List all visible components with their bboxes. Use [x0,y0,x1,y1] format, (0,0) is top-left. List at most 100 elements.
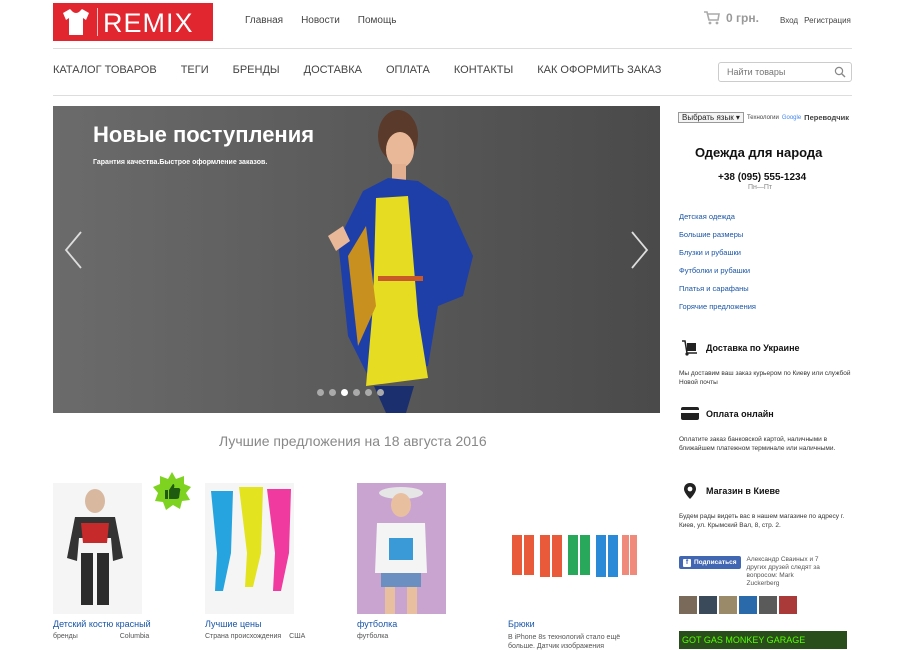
logo-text: REMIX [103,8,194,38]
slider-dot[interactable] [329,389,336,396]
credit-card-icon [681,407,699,420]
product-image [205,483,294,614]
search-box [718,62,852,82]
avatar[interactable] [759,596,777,614]
hand-truck-icon [682,340,697,356]
avatar[interactable] [679,596,697,614]
facebook-text: Александр Сваиных и 7 других друзей след… [746,556,820,587]
product-image [357,483,446,614]
product-name[interactable]: Детский костю красный [53,619,151,629]
meta-label: В iPhone 8s технологий стало ещё больше.… [508,634,621,650]
nav-catalog[interactable]: КАТАЛОГ ТОВАРОВ [53,64,157,76]
slider-dots [317,389,384,396]
avatar[interactable] [779,596,797,614]
cart-total: 0 грн. [726,11,759,25]
product-card[interactable]: Брюки В iPhone 8s технологий стало ещё б… [508,483,638,650]
slide-title: Новые поступления [93,122,315,147]
cart[interactable]: 0 грн. [704,11,759,25]
cart-icon [704,11,720,25]
category-link[interactable]: Большие размеры [679,230,756,239]
nav-payment[interactable]: ОПЛАТА [386,64,430,76]
facebook-widget: f Подписаться Александр Сваиных и 7 друг… [679,556,827,588]
thumbs-up-badge-icon [153,472,191,510]
facebook-icon: f [683,558,691,567]
header: REMIX Главная Новости Помощь 0 грн. Вход… [0,0,900,48]
nav-tags[interactable]: ТЕГИ [181,64,209,76]
category-link[interactable]: Футболки и рубашки [679,266,756,275]
avatar[interactable] [739,596,757,614]
facebook-avatars [679,596,797,614]
slider-dot-active[interactable] [341,389,348,396]
phone-number[interactable]: +38 (095) 555-1234 [718,172,806,183]
meta-label: футболка [357,633,389,640]
nav-brands[interactable]: БРЕНДЫ [233,64,280,76]
category-list: Детская одежда Большие размеры Блузки и … [679,212,756,320]
category-link[interactable]: Детская одежда [679,212,756,221]
product-meta: бренды Columbia [53,633,149,640]
avatar[interactable] [719,596,737,614]
category-link[interactable]: Платья и сарафаны [679,284,756,293]
main-nav: КАТАЛОГ ТОВАРОВ ТЕГИ БРЕНДЫ ДОСТАВКА ОПЛ… [53,64,685,76]
nav-delivery[interactable]: ДОСТАВКА [304,64,362,76]
google-translate: Выбрать язык ▾ Технологии Google Перевод… [678,112,849,123]
register-link[interactable]: Регистрация [804,16,851,25]
auth-links: Вход Регистрация [780,16,851,25]
slider-dot[interactable] [317,389,324,396]
offers-title: Лучшие предложения на 18 августа 2016 [219,433,487,449]
product-name[interactable]: Лучшие цены [205,619,261,629]
translator-label: Переводчик [804,113,849,122]
product-meta: футболка [357,633,388,640]
hero-slider[interactable]: Новые поступления Гарантия качества.Быст… [53,106,660,413]
hero-model-image [328,110,473,413]
store-heading: Магазин в Киеве [681,482,780,500]
category-link[interactable]: Горячие предложения [679,302,756,311]
nav-home[interactable]: Главная [245,15,283,26]
nav-help[interactable]: Помощь [358,15,397,26]
product-name[interactable]: Брюки [508,619,535,629]
product-image [508,483,638,614]
translate-label: Технологии [746,114,779,121]
product-meta: Страна происхождения США [205,633,305,640]
payment-text: Оплатите заказ банковской картой, наличн… [679,436,836,452]
slider-dot[interactable] [365,389,372,396]
product-name[interactable]: футболка [357,619,397,629]
store-tagline: Одежда для народа [695,145,823,160]
facebook-button-label: Подписаться [694,559,737,566]
avatar[interactable] [699,596,717,614]
divider [53,95,852,96]
nav-contacts[interactable]: КОНТАКТЫ [454,64,513,76]
store-text: Будем рады видеть вас в нашем магазине п… [679,513,845,529]
slider-dot[interactable] [353,389,360,396]
meta-label: бренды [53,633,78,640]
tshirt-icon [63,9,89,35]
category-link[interactable]: Блузки и рубашки [679,248,756,257]
product-card[interactable]: футболка футболка [357,483,446,640]
nav-news[interactable]: Новости [301,15,340,26]
logo[interactable]: REMIX [53,3,213,41]
nav-how-to-order[interactable]: КАК ОФОРМИТЬ ЗАКАЗ [537,64,661,76]
meta-label: Страна происхождения [205,633,282,640]
payment-heading: Оплата онлайн [681,407,774,420]
payment-title: Оплата онлайн [706,408,774,419]
logo-divider [97,8,98,36]
login-link[interactable]: Вход [780,16,798,25]
slider-dot[interactable] [377,389,384,396]
delivery-heading: Доставка по Украине [681,340,800,356]
ad-banner[interactable]: GOT GAS MONKEY GARAGE [679,631,847,649]
language-select-label: Выбрать язык [682,113,734,122]
delivery-text: Мы доставим ваш заказ курьером по Киеву … [679,370,851,386]
language-select[interactable]: Выбрать язык ▾ [678,112,744,123]
top-nav: Главная Новости Помощь [245,15,396,26]
search-input[interactable] [719,63,829,81]
search-icon[interactable] [834,66,846,78]
product-card[interactable]: Лучшие цены Страна происхождения США [205,483,305,640]
chevron-left-icon[interactable] [63,230,85,270]
facebook-follow-button[interactable]: f Подписаться [679,556,741,569]
product-card[interactable]: Детский костю красный бренды Columbia [53,483,151,640]
meta-value: США [289,633,306,640]
chevron-right-icon[interactable] [628,230,650,270]
store-title: Магазин в Киеве [706,486,780,496]
divider [53,48,852,49]
delivery-title: Доставка по Украине [706,343,800,353]
product-image [53,483,142,614]
